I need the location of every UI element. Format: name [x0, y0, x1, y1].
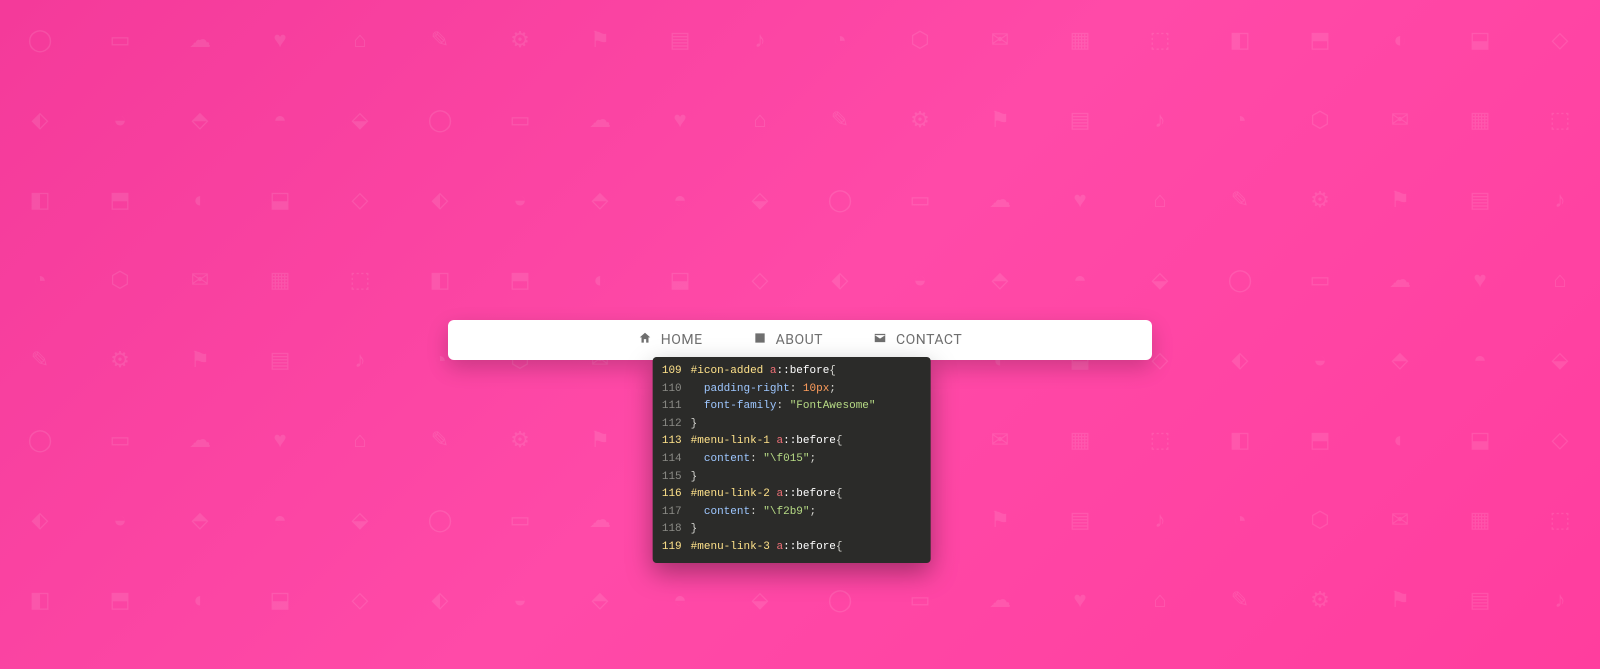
line-number: 111 [653, 398, 691, 416]
line-number: 118 [653, 521, 691, 539]
code-content: font-family: "FontAwesome" [691, 398, 931, 416]
code-content: padding-right: 10px; [691, 381, 931, 399]
nav-item-home[interactable]: HOME [638, 331, 703, 349]
code-content: } [691, 521, 931, 539]
nav-label: CONTACT [896, 332, 962, 348]
line-number: 113 [653, 433, 691, 451]
code-line: 115} [653, 469, 931, 487]
line-number: 117 [653, 504, 691, 522]
nav-label: HOME [661, 332, 703, 348]
code-line: 113#menu-link-1 a::before{ [653, 433, 931, 451]
code-line: 114 content: "\f015"; [653, 451, 931, 469]
address-card-icon [753, 331, 767, 349]
line-number: 112 [653, 416, 691, 434]
line-number: 109 [653, 363, 691, 381]
code-content: } [691, 416, 931, 434]
nav-item-about[interactable]: ABOUT [753, 331, 823, 349]
code-content: #menu-link-3 a::before{ [691, 539, 931, 557]
code-content: #menu-link-2 a::before{ [691, 486, 931, 504]
code-line: 118} [653, 521, 931, 539]
code-tooltip: 109#icon-added a::before{110 padding-rig… [653, 357, 931, 563]
nav-label: ABOUT [776, 332, 823, 348]
code-content: content: "\f2b9"; [691, 504, 931, 522]
nav-bar: HOME ABOUT CONTACT [448, 320, 1152, 360]
code-line: 112} [653, 416, 931, 434]
code-line: 119#menu-link-3 a::before{ [653, 539, 931, 557]
line-number: 116 [653, 486, 691, 504]
code-line: 110 padding-right: 10px; [653, 381, 931, 399]
code-line: 116#menu-link-2 a::before{ [653, 486, 931, 504]
line-number: 114 [653, 451, 691, 469]
line-number: 119 [653, 539, 691, 557]
code-content: content: "\f015"; [691, 451, 931, 469]
nav-item-contact[interactable]: CONTACT [873, 331, 962, 349]
code-content: } [691, 469, 931, 487]
stage: HOME ABOUT CONTACT 109#icon-added a::bef… [0, 0, 1600, 669]
code-line: 117 content: "\f2b9"; [653, 504, 931, 522]
envelope-icon [873, 331, 887, 349]
line-number: 110 [653, 381, 691, 399]
code-content: #menu-link-1 a::before{ [691, 433, 931, 451]
code-content: #icon-added a::before{ [691, 363, 931, 381]
code-line: 109#icon-added a::before{ [653, 363, 931, 381]
home-icon [638, 331, 652, 349]
code-line: 111 font-family: "FontAwesome" [653, 398, 931, 416]
line-number: 115 [653, 469, 691, 487]
